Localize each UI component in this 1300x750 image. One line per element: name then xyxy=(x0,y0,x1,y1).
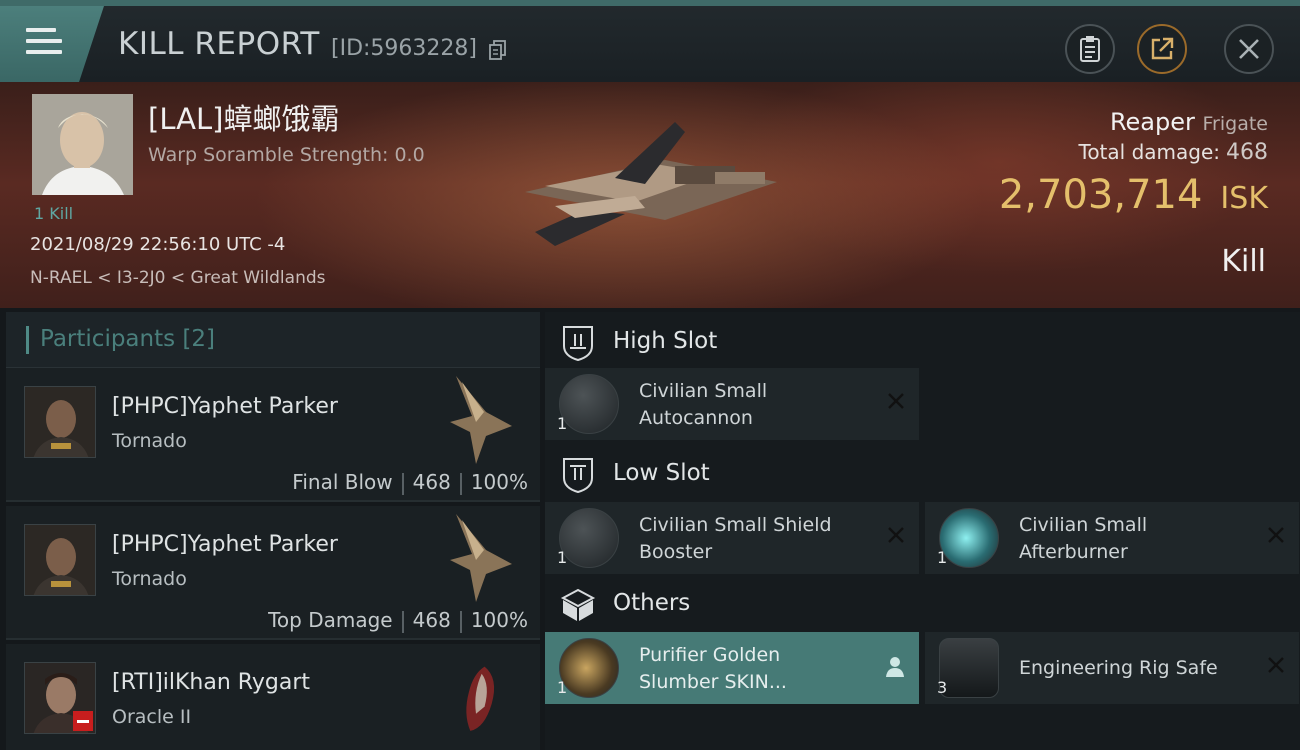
participant-role: Final Blow xyxy=(292,470,393,494)
participant-percent: 100% xyxy=(470,608,528,632)
participant-name[interactable]: [RTI]ilKhan Rygart xyxy=(112,670,310,695)
participant-ship: Tornado xyxy=(112,568,187,590)
participant-stats: Final Blow 468 100% xyxy=(292,470,528,495)
item-name: Civilian Small Shield Booster xyxy=(639,514,832,563)
total-damage: Total damage: 468 xyxy=(1079,140,1269,165)
autocannon-icon xyxy=(559,374,619,434)
copy-icon[interactable] xyxy=(489,40,507,60)
participant-avatar[interactable] xyxy=(24,386,96,458)
others-label: Others xyxy=(613,590,691,616)
destroyed-x-icon xyxy=(1268,527,1284,543)
top-bar: KILL REPORT [ID:5963228] xyxy=(0,0,1300,82)
destroyed-x-icon xyxy=(888,393,904,409)
victim-banner: [LAL]蟑螂饿霸 Warp Soramble Strength: 0.0 1 … xyxy=(0,82,1300,308)
fitted-item[interactable]: 1 Civilian Small Autocannon xyxy=(545,368,919,440)
high-slot-icon xyxy=(563,326,593,362)
participant-name[interactable]: [PHPC]Yaphet Parker xyxy=(112,394,338,419)
destroyed-x-icon xyxy=(1268,657,1284,673)
victim-ship-name: Reaper xyxy=(1109,108,1195,136)
isk-unit: ISK xyxy=(1220,181,1268,216)
participants-panel: Participants [2] [PHPC]Yaphet Parker Tor… xyxy=(6,312,540,750)
high-slot-label: High Slot xyxy=(613,328,718,354)
low-slot-icon xyxy=(563,458,593,494)
low-slot-label: Low Slot xyxy=(613,460,710,486)
item-quantity: 1 xyxy=(557,548,568,567)
fitting-panel: High Slot 1 Civilian Small Autocannon Low… xyxy=(545,312,1300,750)
participant-ship: Tornado xyxy=(112,430,187,452)
result-tag: Kill xyxy=(1221,244,1266,279)
participant-avatar[interactable] xyxy=(24,524,96,596)
clipboard-icon xyxy=(1080,36,1100,62)
item-name: Civilian Small Afterburner xyxy=(1019,514,1148,563)
fitted-item[interactable]: 1 Civilian Small Shield Booster xyxy=(545,502,919,574)
warp-scramble-strength: Warp Soramble Strength: 0.0 xyxy=(148,144,425,166)
rig-safe-icon xyxy=(939,638,999,698)
isk-value: 2,703,714 ISK xyxy=(999,172,1268,218)
report-id: [ID:5963228] xyxy=(331,36,477,61)
isk-amount: 2,703,714 xyxy=(998,172,1203,218)
destroyed-x-icon xyxy=(888,527,904,543)
low-slot-header: Low Slot xyxy=(545,446,1300,502)
others-header: Others xyxy=(545,576,1300,632)
participants-count: [2] xyxy=(182,326,216,352)
participant-percent: 100% xyxy=(470,470,528,494)
page-title: KILL REPORT xyxy=(118,26,320,62)
participant-name[interactable]: [PHPC]Yaphet Parker xyxy=(112,532,338,557)
participant-ship-image xyxy=(450,376,512,464)
item-quantity: 3 xyxy=(937,678,948,697)
menu-icon xyxy=(26,28,62,56)
participant-damage: 468 xyxy=(412,608,451,632)
participant-row[interactable]: [RTI]ilKhan Rygart Oracle II xyxy=(6,644,540,750)
skin-icon xyxy=(559,638,619,698)
hostile-flag-icon xyxy=(73,711,93,731)
participant-avatar[interactable] xyxy=(24,662,96,734)
shield-booster-icon xyxy=(559,508,619,568)
item-name: Purifier Golden Slumber SKIN... xyxy=(639,644,787,693)
participant-role: Top Damage xyxy=(268,608,393,632)
total-damage-value: 468 xyxy=(1226,140,1268,165)
close-icon xyxy=(1239,39,1259,59)
clipboard-button[interactable] xyxy=(1065,24,1115,74)
cube-icon xyxy=(560,588,596,621)
victim-ship-image xyxy=(525,122,777,246)
fitted-item-selected[interactable]: 1 Purifier Golden Slumber SKIN... xyxy=(545,632,919,704)
victim-portrait[interactable] xyxy=(32,94,133,195)
item-quantity: 1 xyxy=(937,548,948,567)
participant-ship-image xyxy=(466,666,495,731)
kill-datetime: 2021/08/29 22:56:10 UTC -4 xyxy=(30,234,286,255)
kill-location[interactable]: N-RAEL < I3-2J0 < Great Wildlands xyxy=(30,268,326,288)
victim-ship[interactable]: Reaper Frigate xyxy=(1110,108,1268,136)
participant-row[interactable]: [PHPC]Yaphet Parker Tornado Top Damage 46… xyxy=(6,506,540,640)
item-quantity: 1 xyxy=(557,414,568,433)
victim-avatar xyxy=(32,94,133,195)
afterburner-icon xyxy=(939,508,999,568)
close-button[interactable] xyxy=(1224,24,1274,74)
participant-ship: Oracle II xyxy=(112,706,192,728)
participant-row[interactable]: [PHPC]Yaphet Parker Tornado Final Blow 46… xyxy=(6,368,540,502)
item-name: Engineering Rig Safe xyxy=(1019,657,1218,679)
share-button[interactable] xyxy=(1137,24,1187,74)
kills-count: 1 Kill xyxy=(34,204,74,223)
fitted-item[interactable]: 3 Engineering Rig Safe xyxy=(925,632,1299,704)
person-icon xyxy=(886,657,904,677)
high-slot-header: High Slot xyxy=(545,314,1300,370)
participants-label: Participants xyxy=(40,326,176,352)
participant-ship-image xyxy=(450,514,512,602)
participants-header: Participants [2] xyxy=(6,312,540,368)
menu-button[interactable] xyxy=(0,6,104,82)
share-icon xyxy=(1151,37,1174,60)
item-quantity: 1 xyxy=(557,678,568,697)
victim-name[interactable]: [LAL]蟑螂饿霸 xyxy=(148,96,339,138)
fitted-item[interactable]: 1 Civilian Small Afterburner xyxy=(925,502,1299,574)
participant-stats: Top Damage 468 100% xyxy=(268,608,528,633)
victim-ship-class: Frigate xyxy=(1202,113,1268,135)
participant-damage: 468 xyxy=(412,470,451,494)
item-name: Civilian Small Autocannon xyxy=(639,380,768,429)
total-damage-label: Total damage: xyxy=(1078,140,1221,164)
